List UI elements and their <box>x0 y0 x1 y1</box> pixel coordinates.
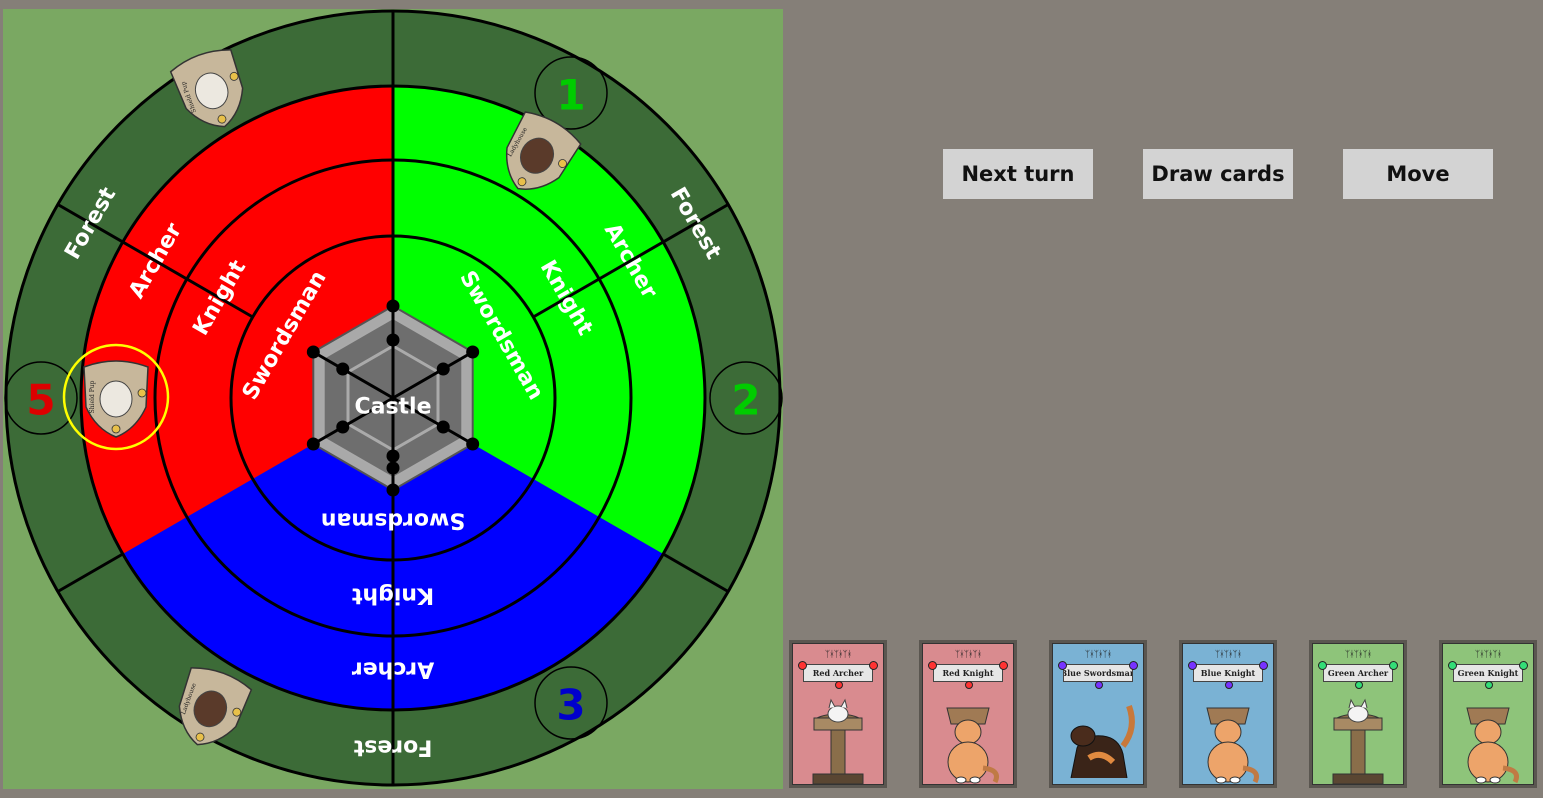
tortie-cat-icon <box>1070 704 1135 779</box>
castle-node[interactable] <box>436 362 450 376</box>
card-blue-swordsman[interactable]: ᛉᚼᛉᚼᛉᚼ Blue Swordsman <box>1049 640 1147 788</box>
castle-node[interactable] <box>306 345 320 359</box>
card-header-glyphs: ᛉᚼᛉᚼᛉᚼ <box>1344 650 1372 660</box>
zone-number-1: 1 <box>556 71 585 120</box>
castle-node[interactable] <box>386 333 400 347</box>
castle-node[interactable] <box>386 299 400 313</box>
zone-number-3: 3 <box>556 681 585 730</box>
card-red-archer[interactable]: ᛉᚼᛉᚼᛉᚼ Red Archer <box>789 640 887 788</box>
castle-node[interactable] <box>436 420 450 434</box>
ring-label-forest: Forest <box>353 735 432 760</box>
card-header-glyphs: ᛉᚼᛉᚼᛉᚼ <box>1474 650 1502 660</box>
white-cat-tower-icon <box>1332 698 1384 784</box>
card-face: ᛉᚼᛉᚼᛉᚼ Green Knight <box>1442 643 1534 785</box>
card-blue-knight[interactable]: ᛉᚼᛉᚼᛉᚼ Blue Knight <box>1179 640 1277 788</box>
card-corner-dot <box>1318 661 1327 670</box>
card-red-knight[interactable]: ᛉᚼᛉᚼᛉᚼ Red Knight <box>919 640 1017 788</box>
card-face: ᛉᚼᛉᚼᛉᚼ Blue Swordsman <box>1052 643 1144 785</box>
card-face: ᛉᚼᛉᚼᛉᚼ Green Archer <box>1312 643 1404 785</box>
ring-label-knight: Knight <box>351 583 434 608</box>
card-corner-dot <box>999 661 1008 670</box>
card-face: ᛉᚼᛉᚼᛉᚼ Red Knight <box>922 643 1014 785</box>
card-face: ᛉᚼᛉᚼᛉᚼ Blue Knight <box>1182 643 1274 785</box>
card-corner-dot <box>928 661 937 670</box>
card-header-glyphs: ᛉᚼᛉᚼᛉᚼ <box>1084 650 1112 660</box>
card-corner-dot <box>1389 661 1398 670</box>
castle-node[interactable] <box>386 449 400 463</box>
box-cat-icon <box>946 707 999 784</box>
castle-node[interactable] <box>466 345 480 359</box>
card-corner-dot <box>1129 661 1138 670</box>
box-cat-icon <box>1206 707 1259 784</box>
castle-node[interactable] <box>386 483 400 497</box>
card-corner-dot <box>798 661 807 670</box>
zone-number-5: 5 <box>26 376 55 425</box>
card-header-glyphs: ᛉᚼᛉᚼᛉᚼ <box>824 650 852 660</box>
card-corner-dot <box>1259 661 1268 670</box>
card-corner-dot <box>1188 661 1197 670</box>
zone-number-2: 2 <box>731 376 760 425</box>
white-cat-tower-icon <box>812 698 864 784</box>
card-corner-dot <box>869 661 878 670</box>
box-cat-icon <box>1466 707 1519 784</box>
castle-node[interactable] <box>336 362 350 376</box>
castle-node[interactable] <box>306 437 320 451</box>
ring-label-archer: Archer <box>352 657 435 682</box>
game-board-panel: Castle Swordsman Swordsman Swordsman Knight K… <box>3 9 783 789</box>
castle-node[interactable] <box>466 437 480 451</box>
castle-node[interactable] <box>336 420 350 434</box>
castle-label: Castle <box>354 395 431 420</box>
draw-cards-button[interactable]: Draw cards <box>1143 149 1293 199</box>
card-corner-dot <box>1519 661 1528 670</box>
card-header-glyphs: ᛉᚼᛉᚼᛉᚼ <box>1214 650 1242 660</box>
svg-text:Shield Pup: Shield Pup <box>89 380 96 413</box>
card-green-knight[interactable]: ᛉᚼᛉᚼᛉᚼ Green Knight <box>1439 640 1537 788</box>
game-board[interactable]: CastleSwordsman SwordsmanSwordsmanKnight K… <box>3 9 783 789</box>
card-face: ᛉᚼᛉᚼᛉᚼ Red Archer <box>792 643 884 785</box>
card-corner-dot <box>1448 661 1457 670</box>
card-header-glyphs: ᛉᚼᛉᚼᛉᚼ <box>954 650 982 660</box>
card-green-archer[interactable]: ᛉᚼᛉᚼᛉᚼ Green Archer <box>1309 640 1407 788</box>
move-button[interactable]: Move <box>1343 149 1493 199</box>
card-corner-dot <box>1058 661 1067 670</box>
castle-node[interactable] <box>386 461 400 475</box>
next-turn-button[interactable]: Next turn <box>943 149 1093 199</box>
ring-label-swordsman: Swordsman <box>321 508 465 533</box>
